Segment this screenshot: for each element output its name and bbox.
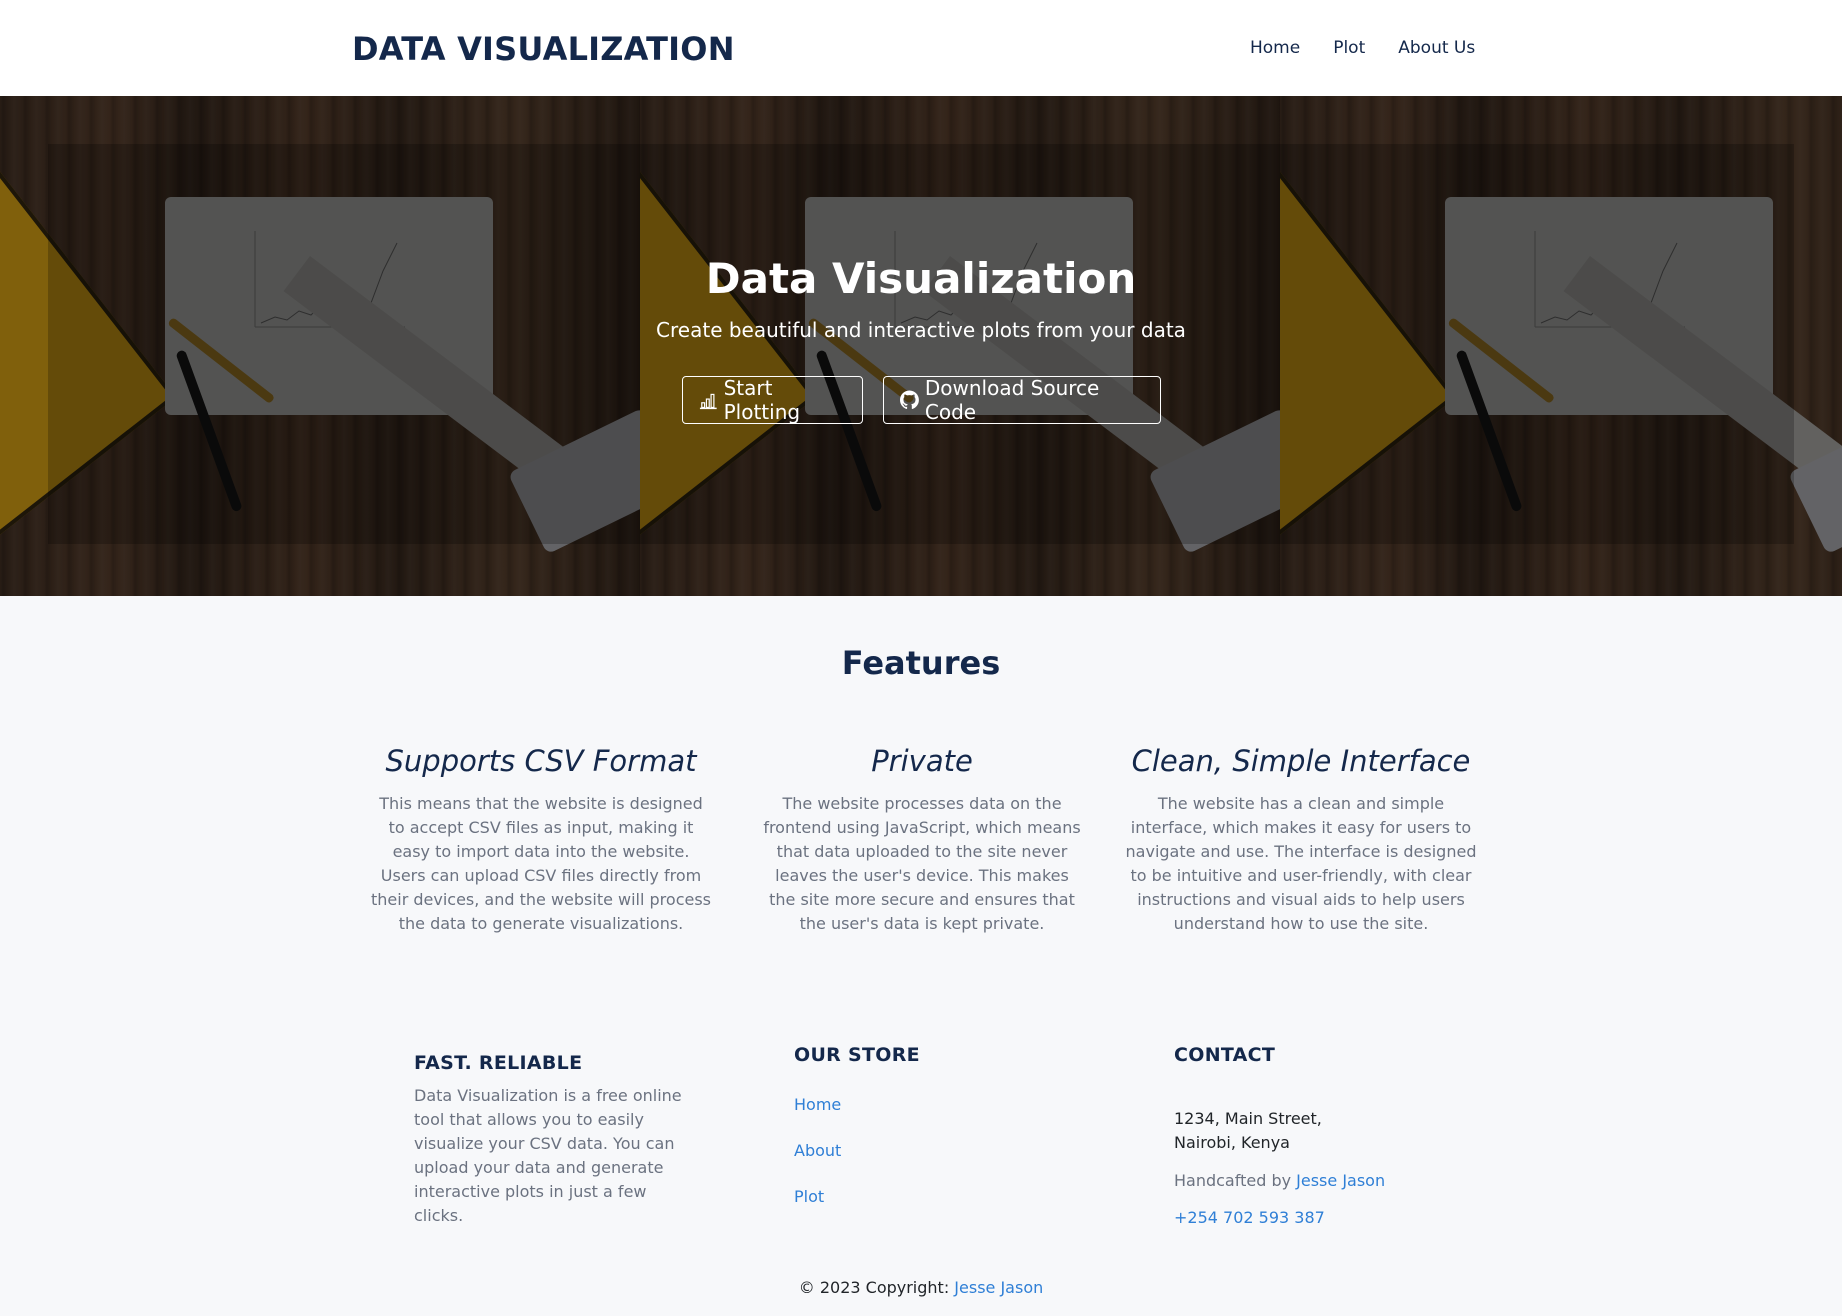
footer-link-about[interactable]: About	[794, 1141, 920, 1160]
bar-chart-icon	[699, 393, 717, 410]
features-heading: Features	[841, 644, 1001, 682]
feature-description: The website processes data on the fronte…	[763, 794, 1081, 933]
hero-section: Data Visualization Create beautiful and …	[0, 96, 1842, 596]
feature-title: Clean, Simple Interface	[1131, 744, 1471, 778]
hero-content-box	[48, 144, 1794, 544]
nav-link-plot[interactable]: Plot	[1333, 38, 1365, 58]
feature-private: Private The website processes data on th…	[760, 744, 1084, 936]
copyright-author-link[interactable]: Jesse Jason	[954, 1278, 1043, 1297]
footer-contact-heading: CONTACT	[1174, 1044, 1276, 1066]
credit-author-link[interactable]: Jesse Jason	[1296, 1171, 1385, 1190]
github-icon	[900, 390, 919, 409]
footer-credit: Handcafted by Jesse Jason	[1174, 1171, 1474, 1190]
footer-about-heading: FAST. RELIABLE	[414, 1052, 583, 1074]
hero-subtitle: Create beautiful and interactive plots f…	[656, 318, 1186, 342]
footer-address: 1234, Main Street, Nairobi, Kenya	[1174, 1107, 1474, 1155]
footer-about: FAST. RELIABLE Data Visualization is a f…	[414, 1052, 684, 1228]
feature-interface: Clean, Simple Interface The website has …	[1125, 744, 1477, 936]
credit-prefix: Handcafted by	[1174, 1171, 1297, 1190]
footer-store-heading: OUR STORE	[794, 1044, 920, 1066]
address-line: 1234, Main Street,	[1174, 1109, 1322, 1128]
feature-description: This means that the website is designed …	[370, 794, 712, 933]
start-plotting-button[interactable]: Start Plotting	[682, 376, 863, 424]
download-source-code-button[interactable]: Download Source Code	[883, 376, 1161, 424]
navbar: DATA VISUALIZATION Home Plot About Us	[0, 0, 1842, 96]
footer-link-plot[interactable]: Plot	[794, 1187, 920, 1206]
feature-title: Supports CSV Format	[385, 744, 697, 778]
copyright-prefix: © 2023 Copyright:	[798, 1278, 955, 1297]
footer-phone-link[interactable]: +254 702 593 387	[1174, 1208, 1474, 1227]
feature-description: The website has a clean and simple inter…	[1125, 794, 1477, 933]
copyright: © 2023 Copyright: Jesse Jason	[0, 1278, 1842, 1297]
nav-link-about-us[interactable]: About Us	[1398, 38, 1475, 58]
footer-contact: CONTACT 1234, Main Street, Nairobi, Keny…	[1174, 1044, 1474, 1227]
hero-title: Data Visualization	[705, 254, 1137, 303]
feature-title: Private	[871, 744, 973, 778]
footer-store: OUR STORE Home About Plot	[794, 1044, 920, 1206]
brand-logo[interactable]: DATA VISUALIZATION	[352, 30, 735, 68]
download-source-code-label: Download Source Code	[924, 376, 1100, 424]
address-line: Nairobi, Kenya	[1174, 1133, 1290, 1152]
footer-link-home[interactable]: Home	[794, 1095, 920, 1114]
feature-csv: Supports CSV Format This means that the …	[370, 744, 712, 936]
start-plotting-label: Start Plotting	[723, 376, 801, 424]
nav-links: Home Plot About Us	[1250, 38, 1508, 58]
footer-about-text: Data Visualization is a free online tool…	[414, 1086, 682, 1225]
nav-link-home[interactable]: Home	[1250, 38, 1300, 58]
